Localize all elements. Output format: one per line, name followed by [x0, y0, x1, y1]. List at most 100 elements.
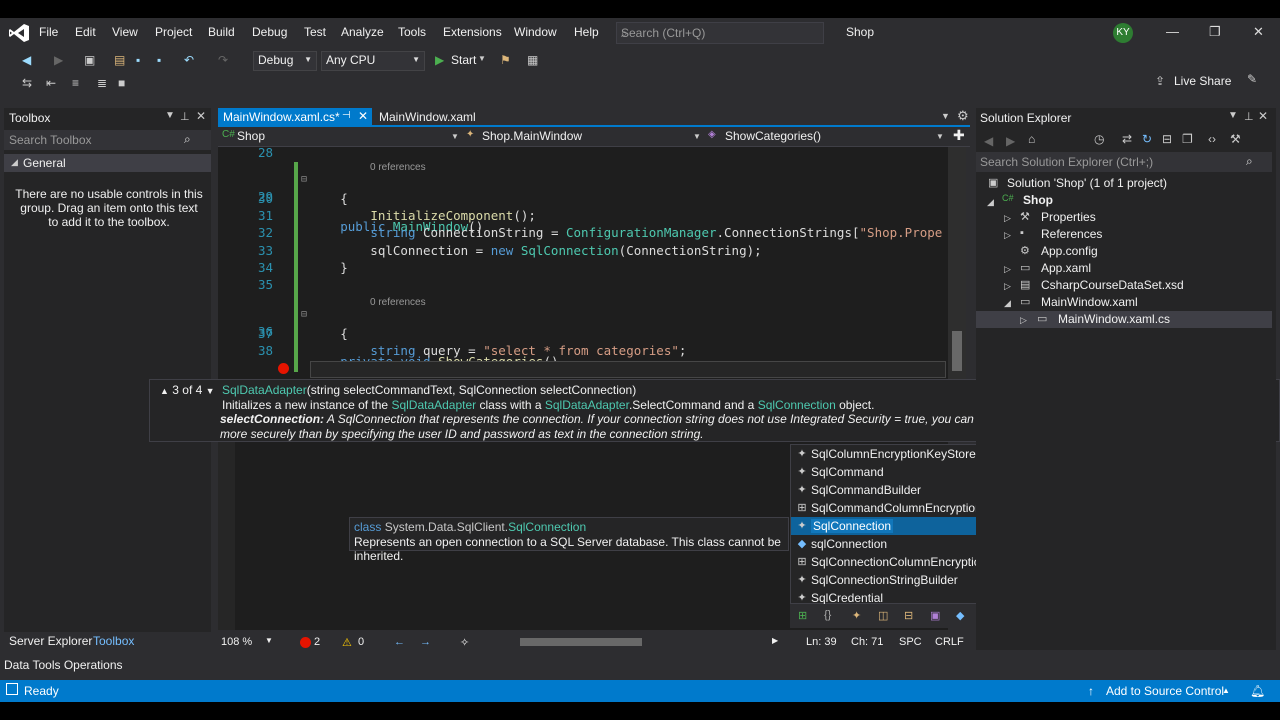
nav-type-combo[interactable]: Shop.MainWindow	[482, 129, 582, 143]
browser-link-icon[interactable]: ⚑	[500, 53, 511, 67]
close-window-icon[interactable]: ✕	[1253, 24, 1264, 40]
close-tab-icon[interactable]: ✕	[358, 109, 368, 123]
collapse-region-icon[interactable]: ⊟	[301, 174, 307, 185]
undo-icon[interactable]: ↶	[184, 53, 194, 67]
references-codelens[interactable]: 0 references	[370, 297, 426, 308]
home-icon[interactable]: ⌂	[1028, 132, 1035, 146]
sync-icon[interactable]: ⇄	[1122, 132, 1132, 146]
enum-filter-icon[interactable]: ⊟	[904, 609, 913, 622]
chevron-down-icon[interactable]: ▼	[206, 386, 215, 396]
previous-issue-icon[interactable]: ←	[394, 636, 405, 648]
start-icon[interactable]: ▶	[435, 53, 444, 67]
minimize-icon[interactable]: —	[1166, 24, 1179, 39]
nav-project-combo[interactable]: Shop	[237, 129, 265, 143]
menu-tools[interactable]: Tools	[398, 25, 426, 39]
properties-wrench-icon[interactable]: ⚒	[1230, 132, 1241, 146]
tree-solution-node[interactable]: Solution 'Shop' (1 of 1 project)	[1007, 176, 1167, 190]
tree-item-dataset[interactable]: CsharpCourseDataSet.xsd	[1041, 278, 1184, 292]
chevron-down-icon[interactable]: ▼	[265, 636, 273, 645]
refresh-icon[interactable]: ↻	[1142, 132, 1152, 146]
interface-filter-icon[interactable]: ◆	[956, 609, 964, 622]
tree-item-app-xaml[interactable]: App.xaml	[1041, 261, 1091, 275]
tab-mainwindow-xaml[interactable]: MainWindow.xaml	[374, 108, 481, 127]
expand-arrow-icon[interactable]: ▷	[1004, 230, 1011, 241]
class-filter-icon[interactable]: ✦	[852, 609, 861, 622]
live-share-icon[interactable]: ⇪	[1155, 74, 1165, 88]
tab-mainwindow-xaml-cs[interactable]: MainWindow.xaml.cs* ⊣ ✕	[218, 108, 372, 127]
pin-icon[interactable]: ⊥	[180, 110, 190, 123]
scroll-right-icon[interactable]: ▶	[772, 636, 778, 645]
upload-arrow-icon[interactable]: ↑	[1088, 684, 1094, 698]
chevron-down-icon[interactable]: ▼	[693, 132, 701, 141]
menu-analyze[interactable]: Analyze	[341, 25, 384, 39]
tree-item-references[interactable]: References	[1041, 227, 1102, 241]
code-cleanup-icon[interactable]: ✧	[460, 636, 469, 649]
view-code-icon[interactable]: ‹›	[1208, 132, 1216, 146]
horizontal-scroll-thumb[interactable]	[520, 638, 642, 646]
code-editor[interactable]: 28 0 references 29 ⊟ public MainWindow()…	[218, 147, 948, 379]
collapse-arrow-icon[interactable]: ◢	[987, 197, 994, 208]
expand-arrow-icon[interactable]: ▷	[1004, 264, 1011, 275]
open-file-icon[interactable]: ▤	[114, 53, 125, 67]
panel-options-icon[interactable]: ▼	[165, 110, 175, 121]
structure-filter-icon[interactable]: ◫	[878, 609, 888, 622]
bookmark-icon[interactable]: ■	[118, 76, 125, 90]
collapse-region-icon[interactable]: ⊟	[301, 309, 307, 320]
split-window-icon[interactable]: ✚	[953, 127, 965, 144]
redo-icon[interactable]: ↷	[218, 53, 228, 67]
configuration-combo[interactable]: Debug ▼	[253, 51, 317, 71]
chevron-down-icon[interactable]: ▼	[451, 132, 459, 141]
add-to-source-control-button[interactable]: Add to Source Control	[1106, 684, 1224, 698]
collapse-all-icon[interactable]: ⊟	[1162, 132, 1172, 146]
tab-server-explorer[interactable]: Server Explorer	[9, 634, 92, 648]
panel-options-icon[interactable]: ▼	[1228, 110, 1238, 121]
uncomment-icon[interactable]: ≣	[97, 76, 107, 90]
menu-help[interactable]: Help	[574, 25, 599, 39]
pin-icon[interactable]: ⊥	[1244, 110, 1254, 123]
expand-filter-icon[interactable]: ⊞	[798, 609, 807, 622]
live-share-button[interactable]: Live Share	[1174, 74, 1231, 88]
editor-vertical-scrollbar[interactable]	[948, 147, 966, 379]
format-icon[interactable]: ⇆	[22, 76, 32, 90]
menu-build[interactable]: Build	[208, 25, 235, 39]
notifications-bell-icon[interactable]: 🔔︎	[1250, 684, 1265, 698]
toolbox-empty-note[interactable]: There are no usable controls in this gro…	[14, 187, 204, 229]
menu-debug[interactable]: Debug	[252, 25, 287, 39]
menu-project[interactable]: Project	[155, 25, 192, 39]
namespace-filter-icon[interactable]: {}	[824, 609, 831, 621]
menu-test[interactable]: Test	[304, 25, 326, 39]
error-breakpoint-icon[interactable]	[278, 363, 289, 374]
zoom-level-combo[interactable]: 108 %	[221, 636, 252, 648]
user-avatar[interactable]: KY	[1113, 23, 1133, 43]
visual-studio-logo-icon[interactable]	[8, 23, 30, 43]
save-icon[interactable]: ▪	[136, 53, 140, 67]
menu-edit[interactable]: Edit	[75, 25, 96, 39]
close-panel-icon[interactable]: ✕	[1258, 109, 1268, 123]
tree-item-app-config[interactable]: App.config	[1041, 244, 1098, 258]
diagnostic-icon[interactable]: ▦	[527, 53, 538, 67]
collapse-arrow-icon[interactable]: ◢	[1004, 298, 1011, 309]
tree-project-node[interactable]: Shop	[1023, 193, 1053, 207]
history-icon[interactable]: ◷	[1094, 132, 1104, 146]
forward-icon[interactable]: ▶	[1006, 134, 1015, 148]
platform-combo[interactable]: Any CPU ▼	[321, 51, 425, 71]
nav-member-combo[interactable]: ShowCategories()	[725, 129, 821, 143]
error-count[interactable]: 2	[314, 636, 320, 648]
forward-icon[interactable]: ▶	[54, 53, 63, 67]
references-codelens[interactable]: 0 references	[370, 162, 426, 173]
tab-list-icon[interactable]: ▼	[941, 111, 950, 121]
feedback-icon[interactable]: ✎	[1247, 72, 1257, 86]
toolbox-group-general[interactable]: ◢ General	[4, 154, 211, 172]
global-search-input[interactable]: Search (Ctrl+Q) ⌕	[616, 22, 824, 44]
chevron-up-icon[interactable]: ▲	[1222, 686, 1230, 695]
line-ending-indicator[interactable]: CRLF	[935, 636, 964, 648]
tree-item-mainwindow-xaml[interactable]: MainWindow.xaml	[1041, 295, 1138, 309]
tree-item-mainwindow-cs[interactable]: MainWindow.xaml.cs	[1058, 312, 1170, 326]
tab-toolbox[interactable]: Toolbox	[93, 634, 134, 648]
toolbox-search-input[interactable]: Search Toolbox ⌕	[4, 130, 211, 150]
chevron-down-icon[interactable]: ▼	[936, 132, 944, 141]
new-project-icon[interactable]: ▣	[84, 53, 95, 67]
save-all-icon[interactable]: ▪	[157, 53, 161, 67]
comment-icon[interactable]: ≡	[72, 76, 79, 90]
menu-window[interactable]: Window	[514, 25, 557, 39]
